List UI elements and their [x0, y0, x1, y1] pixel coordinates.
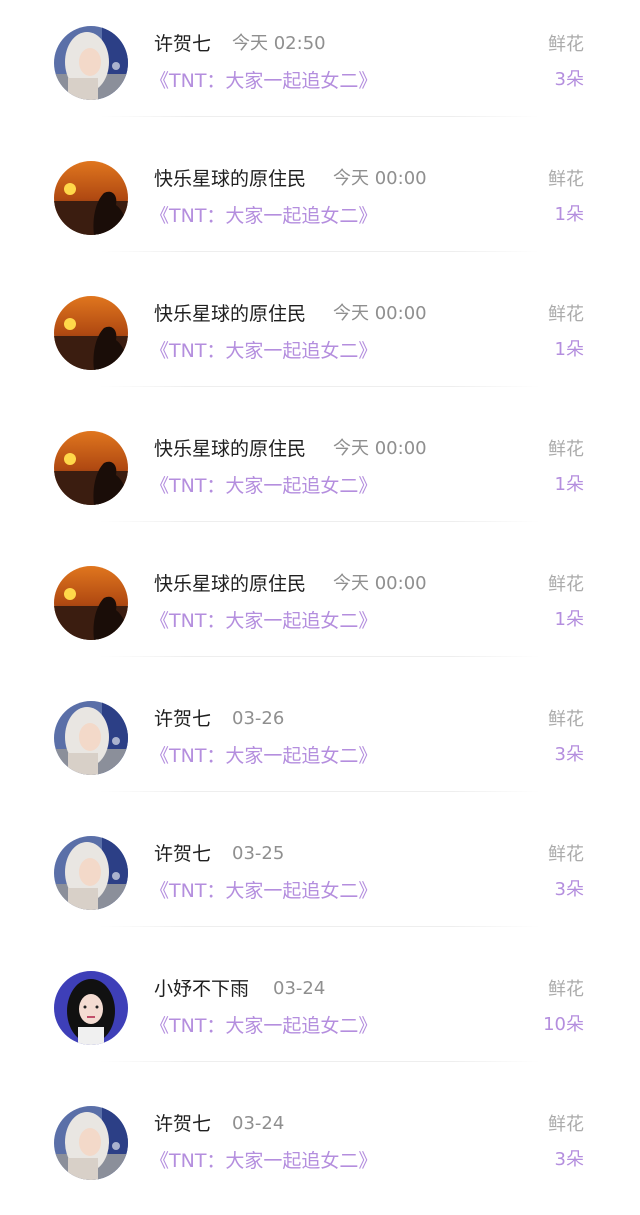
- divider: [100, 386, 540, 387]
- list-item[interactable]: 许贺七 03-24 《TNT：大家一起追女二》 鲜花 3朵: [0, 1080, 640, 1215]
- gift-count: 3朵: [554, 879, 584, 900]
- avatar-sunset-icon: [54, 161, 128, 235]
- avatar[interactable]: [54, 971, 128, 1045]
- timestamp: 今天 00:00: [333, 573, 427, 594]
- gift-type-label: 鲜花: [548, 844, 584, 865]
- avatar-sunset-icon: [54, 431, 128, 505]
- gift-count: 1朵: [554, 474, 584, 495]
- gift-count: 1朵: [554, 609, 584, 630]
- list-item[interactable]: 快乐星球的原住民 今天 00:00 《TNT：大家一起追女二》 鲜花 1朵: [0, 540, 640, 675]
- avatar-dark-hair-icon: [54, 971, 128, 1045]
- avatar-silver-hair-icon: [54, 26, 128, 100]
- gift-count: 3朵: [554, 1149, 584, 1170]
- timestamp: 今天 02:50: [232, 33, 326, 54]
- user-name[interactable]: 许贺七: [154, 31, 211, 57]
- gift-type-label: 鲜花: [548, 979, 584, 1000]
- gift-type-label: 鲜花: [548, 709, 584, 730]
- avatar[interactable]: [54, 836, 128, 910]
- avatar-silver-hair-icon: [54, 836, 128, 910]
- divider: [100, 791, 540, 792]
- gift-type-label: 鲜花: [548, 34, 584, 55]
- avatar[interactable]: [54, 1106, 128, 1180]
- avatar-silver-hair-icon: [54, 701, 128, 775]
- gift-count: 1朵: [554, 204, 584, 225]
- book-title-link[interactable]: 《TNT：大家一起追女二》: [150, 338, 377, 364]
- user-name[interactable]: 快乐星球的原住民: [154, 301, 306, 327]
- book-title-link[interactable]: 《TNT：大家一起追女二》: [150, 68, 377, 94]
- avatar-sunset-icon: [54, 566, 128, 640]
- avatar[interactable]: [54, 296, 128, 370]
- timestamp: 03-24: [273, 978, 326, 999]
- user-name[interactable]: 小妤不下雨: [154, 976, 249, 1002]
- gift-type-label: 鲜花: [548, 304, 584, 325]
- user-name[interactable]: 快乐星球的原住民: [154, 436, 306, 462]
- timestamp: 今天 00:00: [333, 168, 427, 189]
- user-name[interactable]: 许贺七: [154, 1111, 211, 1137]
- divider: [100, 926, 540, 927]
- book-title-link[interactable]: 《TNT：大家一起追女二》: [150, 743, 377, 769]
- list-item[interactable]: 许贺七 03-25 《TNT：大家一起追女二》 鲜花 3朵: [0, 810, 640, 945]
- book-title-link[interactable]: 《TNT：大家一起追女二》: [150, 1148, 377, 1174]
- book-title-link[interactable]: 《TNT：大家一起追女二》: [150, 878, 377, 904]
- avatar[interactable]: [54, 566, 128, 640]
- list-item[interactable]: 许贺七 今天 02:50 《TNT：大家一起追女二》 鲜花 3朵: [0, 0, 640, 135]
- book-title-link[interactable]: 《TNT：大家一起追女二》: [150, 203, 377, 229]
- timestamp: 今天 00:00: [333, 438, 427, 459]
- user-name[interactable]: 快乐星球的原住民: [154, 166, 306, 192]
- gift-type-label: 鲜花: [548, 574, 584, 595]
- gift-count: 3朵: [554, 69, 584, 90]
- gift-type-label: 鲜花: [548, 169, 584, 190]
- timestamp: 03-24: [232, 1113, 285, 1134]
- user-name[interactable]: 快乐星球的原住民: [154, 571, 306, 597]
- book-title-link[interactable]: 《TNT：大家一起追女二》: [150, 473, 377, 499]
- user-name[interactable]: 许贺七: [154, 706, 211, 732]
- gift-count: 10朵: [543, 1014, 584, 1035]
- avatar-sunset-icon: [54, 296, 128, 370]
- gift-type-label: 鲜花: [548, 439, 584, 460]
- divider: [100, 251, 540, 252]
- gift-record-list: 许贺七 今天 02:50 《TNT：大家一起追女二》 鲜花 3朵 快乐星球的原住…: [0, 0, 640, 1215]
- avatar-silver-hair-icon: [54, 1106, 128, 1180]
- divider: [100, 656, 540, 657]
- timestamp: 今天 00:00: [333, 303, 427, 324]
- book-title-link[interactable]: 《TNT：大家一起追女二》: [150, 1013, 377, 1039]
- list-item[interactable]: 快乐星球的原住民 今天 00:00 《TNT：大家一起追女二》 鲜花 1朵: [0, 135, 640, 270]
- divider: [100, 521, 540, 522]
- list-item[interactable]: 快乐星球的原住民 今天 00:00 《TNT：大家一起追女二》 鲜花 1朵: [0, 270, 640, 405]
- list-item[interactable]: 快乐星球的原住民 今天 00:00 《TNT：大家一起追女二》 鲜花 1朵: [0, 405, 640, 540]
- timestamp: 03-25: [232, 843, 285, 864]
- divider: [100, 1061, 540, 1062]
- book-title-link[interactable]: 《TNT：大家一起追女二》: [150, 608, 377, 634]
- gift-type-label: 鲜花: [548, 1114, 584, 1135]
- divider: [100, 116, 540, 117]
- list-item[interactable]: 许贺七 03-26 《TNT：大家一起追女二》 鲜花 3朵: [0, 675, 640, 810]
- avatar[interactable]: [54, 161, 128, 235]
- avatar[interactable]: [54, 701, 128, 775]
- user-name[interactable]: 许贺七: [154, 841, 211, 867]
- timestamp: 03-26: [232, 708, 285, 729]
- avatar[interactable]: [54, 26, 128, 100]
- list-item[interactable]: 小妤不下雨 03-24 《TNT：大家一起追女二》 鲜花 10朵: [0, 945, 640, 1080]
- gift-count: 3朵: [554, 744, 584, 765]
- gift-count: 1朵: [554, 339, 584, 360]
- avatar[interactable]: [54, 431, 128, 505]
